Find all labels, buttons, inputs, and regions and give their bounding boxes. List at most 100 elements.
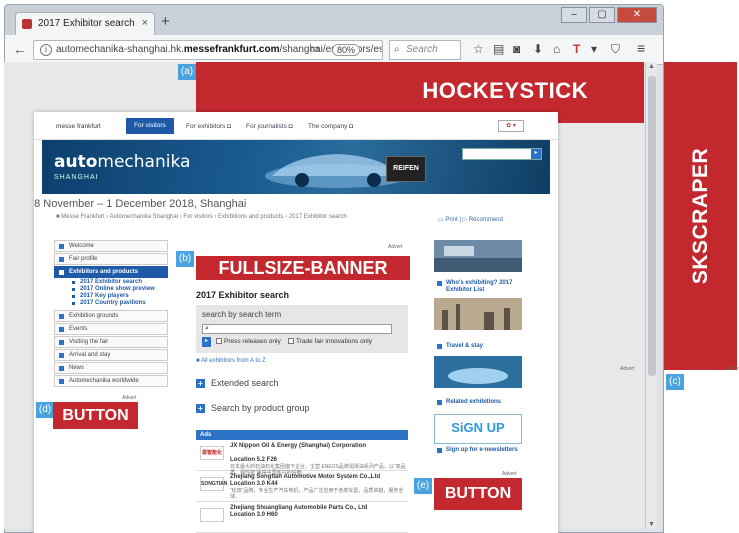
car-show-image: [434, 356, 522, 388]
sidebar-item-welcome[interactable]: Welcome: [54, 240, 168, 252]
right-link-label: Travel & stay: [446, 343, 484, 349]
maximize-button[interactable]: ▢: [589, 7, 615, 23]
subitem-key-players[interactable]: 2017 Key players: [54, 293, 168, 300]
menu-icon[interactable]: ≡: [637, 40, 645, 56]
nav-the-company[interactable]: The company ◘: [308, 123, 353, 130]
site-search-go-icon[interactable]: ▸: [531, 149, 541, 159]
label-d: (d): [36, 402, 54, 418]
sidebar-item-worldwide[interactable]: Automechanika worldwide: [54, 375, 168, 387]
right-block-newsletter[interactable]: SiGN UP Sign up for e-newsletters: [434, 414, 522, 454]
site-search-input[interactable]: ▸: [462, 148, 542, 160]
ad-row[interactable]: Zhejiang Shuangliang Automobile Parts Co…: [196, 502, 408, 533]
window-controls: – ▢ ✕: [561, 7, 657, 23]
right-block-related[interactable]: Related exhibitions: [434, 356, 522, 406]
subitem-exhibitor-search[interactable]: 2017 Exhibitor search: [54, 279, 168, 286]
right-link-label: Who's exhibiting? 2017 Exhibitor List: [446, 280, 513, 293]
search-placeholder: Search: [406, 44, 438, 55]
bookmark-star-icon[interactable]: ☆: [473, 42, 484, 56]
nav-for-visitors[interactable]: For visitors: [126, 118, 174, 134]
back-arrow-icon[interactable]: ←: [13, 41, 27, 57]
label-b: (b): [176, 251, 194, 267]
site-sidebar: Welcome Fair profile Exhibitors and prod…: [54, 240, 168, 388]
url-prefix: automechanika-shanghai.hk.: [56, 44, 184, 55]
library-icon[interactable]: ▤: [493, 42, 504, 56]
pocket-icon[interactable]: ◙: [513, 42, 520, 56]
ad-logo: 恩智能化: [200, 446, 224, 460]
brand-logo[interactable]: automechanika: [54, 152, 190, 172]
sidebar-item-events[interactable]: Events: [54, 323, 168, 335]
vertical-scrollbar[interactable]: ▲ ▼: [645, 62, 657, 529]
right-link-label: Related exhibitions: [446, 399, 502, 405]
reifen-logo: REIFEN: [386, 156, 426, 182]
reader-view-icon[interactable]: ▭: [310, 44, 319, 55]
breadcrumb[interactable]: ■ Messe Frankfurt › Automechanika Shangh…: [56, 214, 386, 221]
advert-note: Advert: [620, 366, 635, 372]
search-go-button[interactable]: ▸: [202, 337, 211, 347]
ad-row[interactable]: 恩智能化 JX Nippon Oil & Energy (Shanghai) C…: [196, 440, 408, 476]
browser-tab[interactable]: 2017 Exhibitor search ×: [15, 12, 155, 36]
ad-row[interactable]: SONGTIAN Zhejiang Songtian Automotive Mo…: [196, 471, 408, 502]
all-exhibitors-link[interactable]: ■ All exhibitors from A to Z: [196, 358, 266, 364]
sidebar-item-fair-profile[interactable]: Fair profile: [54, 253, 168, 265]
search-icon: ⌕: [394, 44, 400, 55]
sidebar-item-arrival[interactable]: Arrival and stay: [54, 349, 168, 361]
close-window-button[interactable]: ✕: [617, 7, 657, 23]
sidebar-item-grounds[interactable]: Exhibition grounds: [54, 310, 168, 322]
home-icon[interactable]: ⌂: [553, 42, 560, 56]
extended-search-link[interactable]: + Extended search: [196, 378, 279, 389]
label-e: (e): [414, 478, 432, 494]
right-block-exhibitor-list[interactable]: Who's exhibiting? 2017 Exhibitor List: [434, 240, 522, 294]
new-tab-button[interactable]: +: [161, 13, 170, 30]
subitem-country-pavilions[interactable]: 2017 Country pavilions: [54, 300, 168, 307]
advert-note-e: Advert: [502, 471, 517, 477]
sidebar-item-news[interactable]: News: [54, 362, 168, 374]
navigation-toolbar: ← i automechanika-shanghai.hk.messefrank…: [5, 35, 663, 65]
messe-logo[interactable]: messe frankfurt: [56, 123, 101, 130]
extension-t-icon[interactable]: T: [573, 42, 580, 56]
favicon-icon: [22, 19, 32, 29]
skyscraper-ad: SKSCRAPER: [664, 62, 737, 370]
ad-location: Location 3.0 H60: [230, 512, 278, 518]
brand-city: SHANGHAI: [54, 174, 99, 181]
ad-desc: “松田”品牌，专业生产汽车电机，产品广泛应用于各类车型，品质卓越，服务全球。: [230, 488, 404, 500]
button-ad-e: BUTTON: [434, 478, 522, 510]
ad-name: JX Nippon Oil & Energy (Shanghai) Corpor…: [230, 443, 367, 449]
ad-name: Zhejiang Shuangliang Automobile Parts Co…: [230, 505, 368, 511]
ad-location: Location 5.2 F26: [230, 457, 278, 463]
ad-name: Zhejiang Songtian Automotive Motor Syste…: [230, 474, 381, 480]
download-icon[interactable]: ⬇: [533, 42, 543, 56]
sidebar-item-visiting[interactable]: Visiting the fair: [54, 336, 168, 348]
exhibition-hall-image: [434, 240, 522, 272]
right-block-travel[interactable]: Travel & stay: [434, 298, 522, 350]
url-domain: messefrankfurt.com: [183, 44, 280, 55]
skyscraper-text: SKSCRAPER: [688, 147, 712, 285]
label-a: (a): [178, 64, 196, 80]
search-input[interactable]: ⌕ Search: [389, 40, 461, 60]
ad-logo: [200, 508, 224, 522]
minimize-button[interactable]: –: [561, 7, 587, 23]
nav-for-journalists[interactable]: For journalists ◘: [246, 123, 293, 130]
exhibitor-search-input[interactable]: ⌕: [202, 324, 392, 334]
page-title: 2017 Exhibitor search: [196, 290, 290, 300]
ad-location: Location 3.0 K44: [230, 481, 278, 487]
tab-close-button[interactable]: ×: [142, 17, 148, 29]
scrollbar-thumb[interactable]: [648, 76, 656, 376]
shield-icon[interactable]: ⛉: [611, 42, 620, 57]
scroll-down-icon[interactable]: ▼: [648, 521, 655, 528]
print-recommend-links[interactable]: ▭ Print | ▷ Recommend: [438, 216, 503, 223]
language-selector[interactable]: ✿ ▾: [498, 120, 524, 132]
search-panel-label: search by search term: [202, 310, 282, 319]
subitem-show-preview[interactable]: 2017 Online show preview: [54, 286, 168, 293]
info-icon[interactable]: i: [40, 44, 52, 56]
ads-list: Ads 恩智能化 JX Nippon Oil & Energy (Shangha…: [196, 430, 408, 533]
nav-for-exhibitors[interactable]: For exhibitors ◘: [186, 123, 231, 130]
product-group-search-link[interactable]: + Search by product group: [196, 403, 310, 414]
zoom-level[interactable]: 80%: [332, 44, 361, 56]
trade-fair-checkbox[interactable]: Trade fair innovations only: [288, 338, 372, 345]
address-bar[interactable]: i automechanika-shanghai.hk.messefrankfu…: [33, 40, 383, 60]
scroll-up-icon[interactable]: ▲: [648, 63, 655, 70]
sidebar-item-exhibitors[interactable]: Exhibitors and products: [54, 266, 168, 278]
press-only-checkbox[interactable]: Press releases only: [216, 338, 281, 345]
dropdown-icon[interactable]: ▾: [591, 42, 597, 56]
skyline-image: [434, 298, 522, 330]
